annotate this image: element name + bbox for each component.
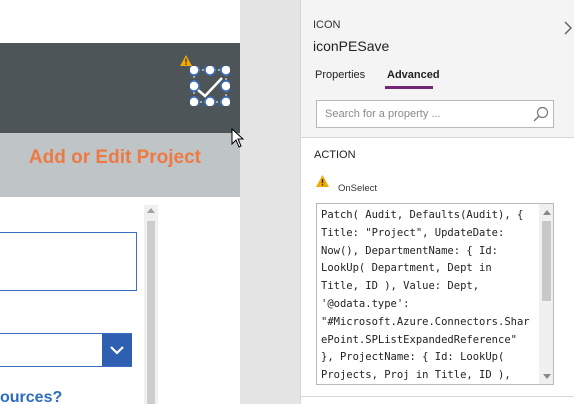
formula-editor[interactable]: Patch( Audit, Defaults(Audit), { Title: … xyxy=(316,203,554,385)
section-divider xyxy=(301,396,574,397)
active-tab-indicator xyxy=(385,86,433,89)
resources-link[interactable]: ources? xyxy=(0,389,62,404)
formula-text[interactable]: Patch( Audit, Defaults(Audit), { Title: … xyxy=(321,207,539,384)
formula-scroll-thumb[interactable] xyxy=(542,221,551,301)
warning-icon xyxy=(316,175,329,187)
tab-properties[interactable]: Properties xyxy=(315,69,365,81)
mouse-cursor-icon xyxy=(231,128,245,148)
scroll-up-arrow-icon[interactable] xyxy=(147,208,155,213)
checkmark-icon[interactable] xyxy=(190,66,230,106)
search-placeholder: Search for a property ... xyxy=(325,108,441,120)
text-input[interactable] xyxy=(0,232,137,291)
section-title: ACTION xyxy=(314,149,356,161)
scroll-up-arrow-icon[interactable] xyxy=(543,210,551,215)
properties-panel: ICON iconPESave Properties Advanced Sear… xyxy=(300,0,574,404)
chevron-right-icon[interactable] xyxy=(563,20,573,36)
form-scroll-thumb[interactable] xyxy=(147,221,155,404)
app-screen: Add or Edit Project ources? xyxy=(0,0,240,404)
control-name[interactable]: iconPESave xyxy=(313,38,389,54)
chevron-down-icon xyxy=(110,346,124,355)
search-icon[interactable] xyxy=(532,105,550,123)
scroll-down-arrow-icon[interactable] xyxy=(543,374,551,379)
section-divider xyxy=(301,137,574,138)
canvas-area: Add or Edit Project ources? xyxy=(0,0,300,404)
property-label: OnSelect xyxy=(338,183,378,194)
page-title: Add or Edit Project xyxy=(28,147,201,168)
form-area xyxy=(0,197,240,404)
tab-advanced[interactable]: Advanced xyxy=(387,69,440,81)
dropdown-button[interactable] xyxy=(102,334,132,366)
warning-icon xyxy=(180,55,192,66)
control-type-label: ICON xyxy=(313,19,341,31)
